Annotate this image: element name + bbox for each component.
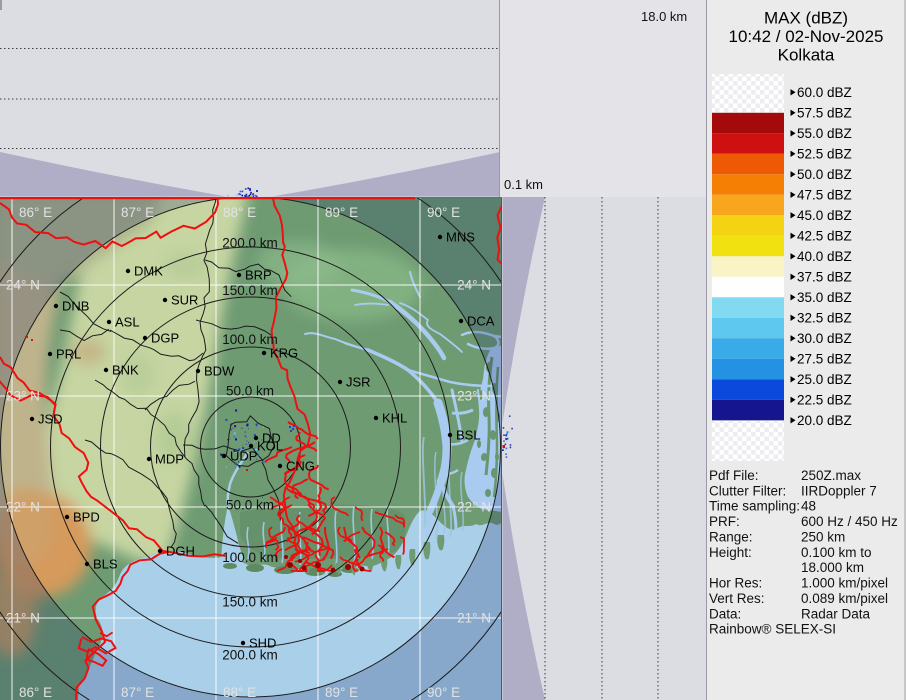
svg-text:BSL: BSL (456, 428, 481, 443)
svg-text:24° N: 24° N (457, 278, 491, 293)
svg-text:Vert Res:: Vert Res: (709, 591, 765, 606)
svg-text:250 km: 250 km (801, 530, 845, 545)
svg-text:86° E: 86° E (19, 205, 52, 220)
svg-text:Kolkata: Kolkata (778, 46, 835, 65)
svg-text:PRF:: PRF: (709, 514, 740, 529)
svg-text:89° E: 89° E (325, 685, 358, 700)
svg-text:KRG: KRG (270, 346, 298, 361)
svg-text:22.5 dBZ: 22.5 dBZ (797, 392, 852, 407)
svg-text:37.5 dBZ: 37.5 dBZ (797, 269, 852, 284)
svg-text:PRL: PRL (56, 347, 81, 362)
svg-text:50.0 km: 50.0 km (226, 384, 274, 399)
svg-text:MDP: MDP (155, 452, 184, 467)
svg-text:47.5 dBZ: 47.5 dBZ (797, 187, 852, 202)
svg-text:32.5 dBZ: 32.5 dBZ (797, 310, 852, 325)
svg-text:Clutter Filter:: Clutter Filter: (709, 483, 786, 498)
svg-text:BPD: BPD (73, 510, 100, 525)
svg-text:100.0 km: 100.0 km (222, 332, 278, 347)
svg-text:CNG: CNG (286, 459, 315, 474)
svg-text:23° N: 23° N (6, 389, 40, 404)
svg-text:200.0 km: 200.0 km (222, 648, 278, 663)
svg-text:42.5 dBZ: 42.5 dBZ (797, 228, 852, 243)
svg-text:88° E: 88° E (223, 685, 256, 700)
svg-text:Pdf File:: Pdf File: (709, 468, 759, 483)
svg-text:86° E: 86° E (19, 685, 52, 700)
svg-text:90° E: 90° E (427, 685, 460, 700)
svg-text:45.0 dBZ: 45.0 dBZ (797, 208, 852, 223)
svg-text:DNB: DNB (62, 299, 89, 314)
svg-text:25.0 dBZ: 25.0 dBZ (797, 372, 852, 387)
svg-text:SUR: SUR (171, 293, 198, 308)
svg-text:0.100 km to: 0.100 km to (801, 545, 872, 560)
svg-text:1.000 km/pixel: 1.000 km/pixel (801, 576, 888, 591)
svg-text:18.000 km: 18.000 km (801, 560, 864, 575)
svg-text:30.0 dBZ: 30.0 dBZ (797, 331, 852, 346)
svg-text:48: 48 (801, 499, 816, 514)
svg-text:ASL: ASL (115, 315, 140, 330)
svg-text:52.5 dBZ: 52.5 dBZ (797, 146, 852, 161)
svg-text:JSR: JSR (346, 375, 371, 390)
svg-text:Height:: Height: (709, 545, 752, 560)
svg-text:DGH: DGH (166, 544, 195, 559)
svg-text:87° E: 87° E (121, 685, 154, 700)
svg-text:MAX (dBZ): MAX (dBZ) (764, 9, 848, 28)
svg-text:89° E: 89° E (325, 205, 358, 220)
svg-text:IIRDoppler 7: IIRDoppler 7 (801, 483, 877, 498)
svg-text:50.0 dBZ: 50.0 dBZ (797, 167, 852, 182)
svg-text:BRP: BRP (245, 268, 272, 283)
svg-text:20.0 dBZ: 20.0 dBZ (797, 413, 852, 428)
svg-text:BDW: BDW (204, 364, 235, 379)
svg-text:35.0 dBZ: 35.0 dBZ (797, 290, 852, 305)
svg-text:DMK: DMK (134, 264, 163, 279)
svg-text:22° N: 22° N (457, 500, 491, 515)
svg-text:150.0 km: 150.0 km (222, 283, 278, 298)
svg-text:Hor Res:: Hor Res: (709, 576, 762, 591)
svg-text:0.089 km/pixel: 0.089 km/pixel (801, 591, 888, 606)
svg-text:KHL: KHL (382, 411, 407, 426)
svg-text:22° N: 22° N (6, 500, 40, 515)
svg-text:Range:: Range: (709, 530, 753, 545)
svg-text:DGP: DGP (151, 331, 179, 346)
svg-text:DCA: DCA (467, 314, 495, 329)
svg-text:Time sampling:: Time sampling: (709, 499, 800, 514)
svg-text:BLS: BLS (93, 557, 118, 572)
svg-text:250Z.max: 250Z.max (801, 468, 861, 483)
svg-text:UDP: UDP (230, 449, 257, 464)
svg-text:57.5 dBZ: 57.5 dBZ (797, 105, 852, 120)
svg-text:600 Hz / 450 Hz: 600 Hz / 450 Hz (801, 514, 898, 529)
svg-text:23° N: 23° N (457, 389, 491, 404)
svg-text:JSD: JSD (38, 412, 63, 427)
svg-text:90° E: 90° E (427, 205, 460, 220)
svg-text:60.0 dBZ: 60.0 dBZ (797, 85, 852, 100)
svg-text:150.0 km: 150.0 km (222, 595, 278, 610)
svg-text:40.0 dBZ: 40.0 dBZ (797, 249, 852, 264)
svg-text:24° N: 24° N (6, 278, 40, 293)
svg-text:27.5 dBZ: 27.5 dBZ (797, 351, 852, 366)
svg-text:21° N: 21° N (457, 611, 491, 626)
svg-text:55.0 dBZ: 55.0 dBZ (797, 126, 852, 141)
svg-text:87° E: 87° E (121, 205, 154, 220)
svg-text:50.0 km: 50.0 km (226, 498, 274, 513)
svg-text:Rainbow® SELEX-SI: Rainbow® SELEX-SI (709, 622, 836, 637)
svg-text:KOL: KOL (257, 439, 283, 454)
svg-text:100.0 km: 100.0 km (222, 550, 278, 565)
svg-text:200.0 km: 200.0 km (222, 236, 278, 251)
svg-text:Radar Data: Radar Data (801, 606, 871, 621)
svg-text:21° N: 21° N (6, 611, 40, 626)
svg-text:MNS: MNS (446, 230, 475, 245)
svg-text:88° E: 88° E (223, 205, 256, 220)
svg-text:BNK: BNK (112, 363, 139, 378)
svg-text:Data:: Data: (709, 606, 741, 621)
svg-text:10:42 / 02-Nov-2025: 10:42 / 02-Nov-2025 (729, 27, 884, 46)
